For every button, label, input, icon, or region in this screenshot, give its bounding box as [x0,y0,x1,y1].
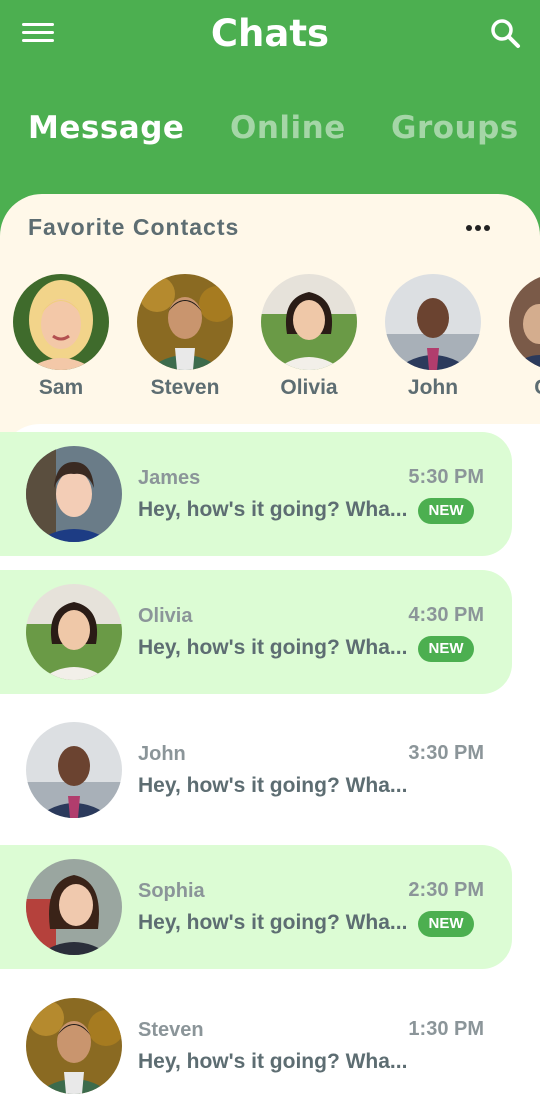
new-badge: NEW [418,498,474,524]
chat-item[interactable]: John Hey, how's it going? Wha... 3:30 PM [0,708,512,832]
chat-item[interactable]: Olivia Hey, how's it going? Wha... 4:30 … [0,570,512,694]
favorite-contact-name: John [407,376,459,399]
avatar [261,274,357,370]
favorite-contact[interactable]: Olivia [261,274,357,400]
chat-timestamp: 2:30 PM [408,879,484,901]
page-title: Chats [210,12,330,55]
chat-contact-name: Steven [138,1019,204,1041]
chat-message-preview: Hey, how's it going? Wha... [138,636,408,659]
tab-bar: Message Online Groups [0,110,540,154]
favorite-contact-name: Sam [38,376,84,399]
chat-timestamp: 4:30 PM [408,604,484,626]
chat-contact-name: Sophia [138,880,205,902]
chat-timestamp: 1:30 PM [408,1018,484,1040]
chat-item[interactable]: James Hey, how's it going? Wha... 5:30 P… [0,432,512,556]
avatar [26,859,122,955]
favorite-contact[interactable]: Sam [13,274,109,400]
chat-message-preview: Hey, how's it going? Wha... [138,774,408,797]
more-horizontal-icon[interactable] [462,222,496,234]
search-icon[interactable] [488,16,522,50]
avatar [26,584,122,680]
avatar [26,998,122,1094]
avatar [13,274,109,370]
chat-timestamp: 5:30 PM [408,466,484,488]
chat-message-preview: Hey, how's it going? Wha... [138,498,408,521]
avatar [26,446,122,542]
favorite-contact-name: Ch... [509,376,540,400]
new-badge: NEW [418,911,474,937]
chat-contact-name: Olivia [138,605,193,627]
avatar [509,274,540,370]
chat-list: James Hey, how's it going? Wha... 5:30 P… [0,424,540,1116]
chat-timestamp: 3:30 PM [408,742,484,764]
avatar [385,274,481,370]
chat-message-preview: Hey, how's it going? Wha... [138,911,408,934]
app-bar: Chats [0,0,540,66]
favorite-contact[interactable]: John [385,274,481,400]
favorite-contact-name: Olivia [280,376,338,399]
new-badge: NEW [418,636,474,662]
chat-contact-name: James [138,467,201,489]
favorite-contact[interactable]: Steven [137,274,233,400]
tab-groups[interactable]: Groups [391,110,519,146]
chat-message-preview: Hey, how's it going? Wha... [138,1050,408,1073]
chat-item[interactable]: Sophia Hey, how's it going? Wha... 2:30 … [0,845,512,969]
tab-message[interactable]: Message [28,110,184,146]
favorite-contact[interactable]: Ch... [509,274,540,400]
avatar [137,274,233,370]
chat-contact-name: John [138,743,186,765]
favorite-contact-name: Steven [150,376,220,399]
tab-online[interactable]: Online [230,110,346,146]
avatar [26,722,122,818]
chat-item[interactable]: Steven Hey, how's it going? Wha... 1:30 … [0,984,512,1108]
favorites-title: Favorite Contacts [28,214,240,240]
